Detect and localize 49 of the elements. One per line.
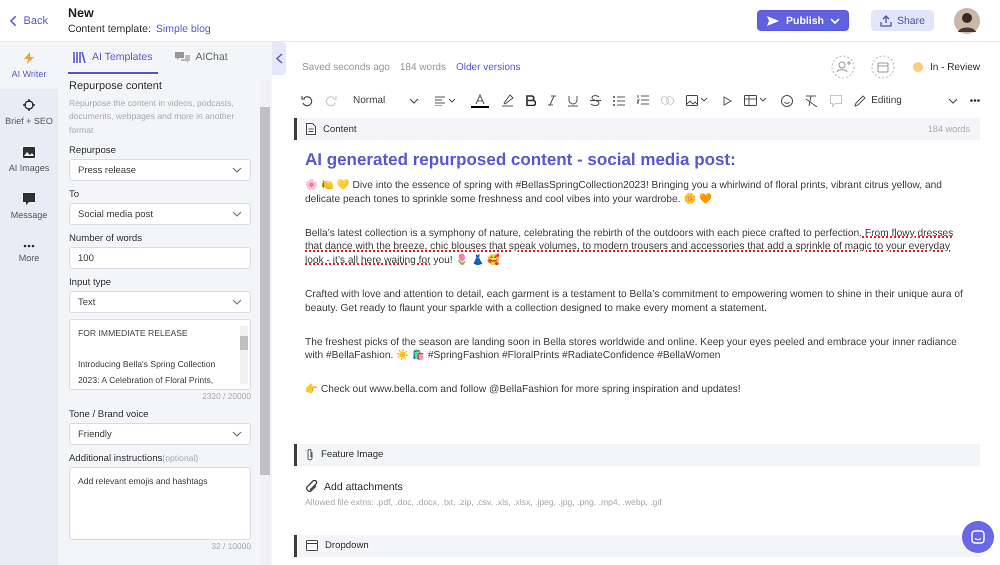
publish-button[interactable]: Publish	[757, 10, 849, 31]
content-heading: AI generated repurposed content - social media post:	[305, 150, 737, 170]
paragraph: Crafted with love and attention to detail, each garment is a testament to Bella’s commitment to empowering women to shine in their unique aura of beauty. Get ready to flaunt your sparkle with a collection designed to make every moment a statement.	[305, 288, 964, 316]
optional-hint: (optional)	[162, 453, 198, 464]
input-field[interactable]: 100	[69, 247, 251, 270]
text-style-dropdown[interactable]: Normal	[353, 95, 420, 106]
template-link[interactable]: Simple blog	[156, 23, 211, 35]
dropdown-field[interactable]: Text	[69, 291, 251, 314]
section-title: Dropdown	[325, 540, 369, 552]
character-counter: 32 / 10000	[210, 541, 251, 552]
form-heading: Repurpose content	[69, 80, 163, 92]
panel-tab[interactable]: AIChat	[170, 42, 233, 74]
section-title: Feature Image	[321, 449, 384, 460]
older-versions-link[interactable]: Older versions	[456, 62, 520, 72]
field-label: Repurpose	[69, 145, 116, 156]
text-area[interactable]: Add relevant emojis and hashtags	[69, 467, 251, 540]
back-button[interactable]: Back	[10, 14, 48, 26]
add-attachments-button[interactable]: Add attachments	[305, 480, 403, 494]
field-label: Input type	[69, 277, 112, 288]
editing-mode-dropdown[interactable]: Editing	[854, 94, 958, 106]
status-label[interactable]: In - Review	[930, 62, 980, 72]
section-word-count: 184 words	[928, 124, 970, 134]
rail-item[interactable]: AI Writer	[0, 42, 58, 89]
rail-item[interactable]: Message	[0, 183, 58, 230]
paragraph: 👉 Check out www.bella.com and follow @BellaFashion for more spring inspiration and updates!	[305, 383, 742, 397]
rail-item[interactable]: Brief + SEO	[0, 89, 58, 136]
save-status: Saved seconds ago	[302, 62, 390, 72]
word-count: 184 words	[400, 62, 446, 72]
field-label: Tone / Brand voice	[69, 409, 148, 420]
paragraph: Bella’s latest collection is a symphony of nature, celebrating the rebirth of the outdoors with each piece crafted to perfection. From flowy dresses that dance with the breeze, chic blouses that speak volumes, to modern trousers and accessories that add a sprinkle of magic to your everyday look - it’s all here waiting for you! 🌷 👗 🥰	[305, 226, 954, 268]
dropdown-field[interactable]: Social media post	[69, 203, 251, 226]
field-label: Number of words	[69, 233, 142, 244]
character-counter: 2320 / 20000	[201, 391, 251, 402]
template-label: Content template:	[68, 23, 151, 35]
field-label: To	[69, 189, 80, 200]
form-description: Repurpose the content in videos, podcasts, documents, webpages and more in another format	[69, 97, 236, 137]
dropdown-field[interactable]: Friendly	[69, 423, 251, 446]
document-title: New	[68, 6, 95, 20]
rail-item[interactable]: AI Images	[0, 136, 58, 183]
rail-item[interactable]: More	[0, 230, 58, 277]
field-label: Additional instructions	[69, 453, 162, 464]
text-area[interactable]: FOR IMMEDIATE RELEASE Introducing Bella's Spring Collection 2023: A Celebration of Floral Prints,	[69, 319, 251, 390]
paragraph: 🌸 🍋 💛 Dive into the essence of spring with #BellasSpringCollection2023! Bringing you a whirlwind of floral prints, vibrant citrus yellow, and delicate peach tones to sprinkle some freshness and cool vibes into your wardrobe. 🌼 🧡	[305, 179, 943, 206]
section-title: Content	[323, 124, 357, 134]
dropdown-field[interactable]: Press release	[69, 159, 251, 182]
allowed-file-types: Allowed file extns: .pdf, .doc, .docx, .txt, .zip, .csv, .xls, .xlsx, .jpeg, .jpg, .png, .mp4, .webp, .gif	[305, 496, 663, 507]
share-button[interactable]: Share	[870, 10, 934, 31]
panel-tab[interactable]: AI Templates	[68, 42, 158, 74]
paragraph: The freshest picks of the season are landing soon in Bella stores worldwide and online. Keep your eyes peeled and embrace your inner radiance with #BellaFashion. ☀ 🛍 #SpringFashion #FloralPrints #RadiateConfidence #BellaWomen	[305, 336, 958, 363]
